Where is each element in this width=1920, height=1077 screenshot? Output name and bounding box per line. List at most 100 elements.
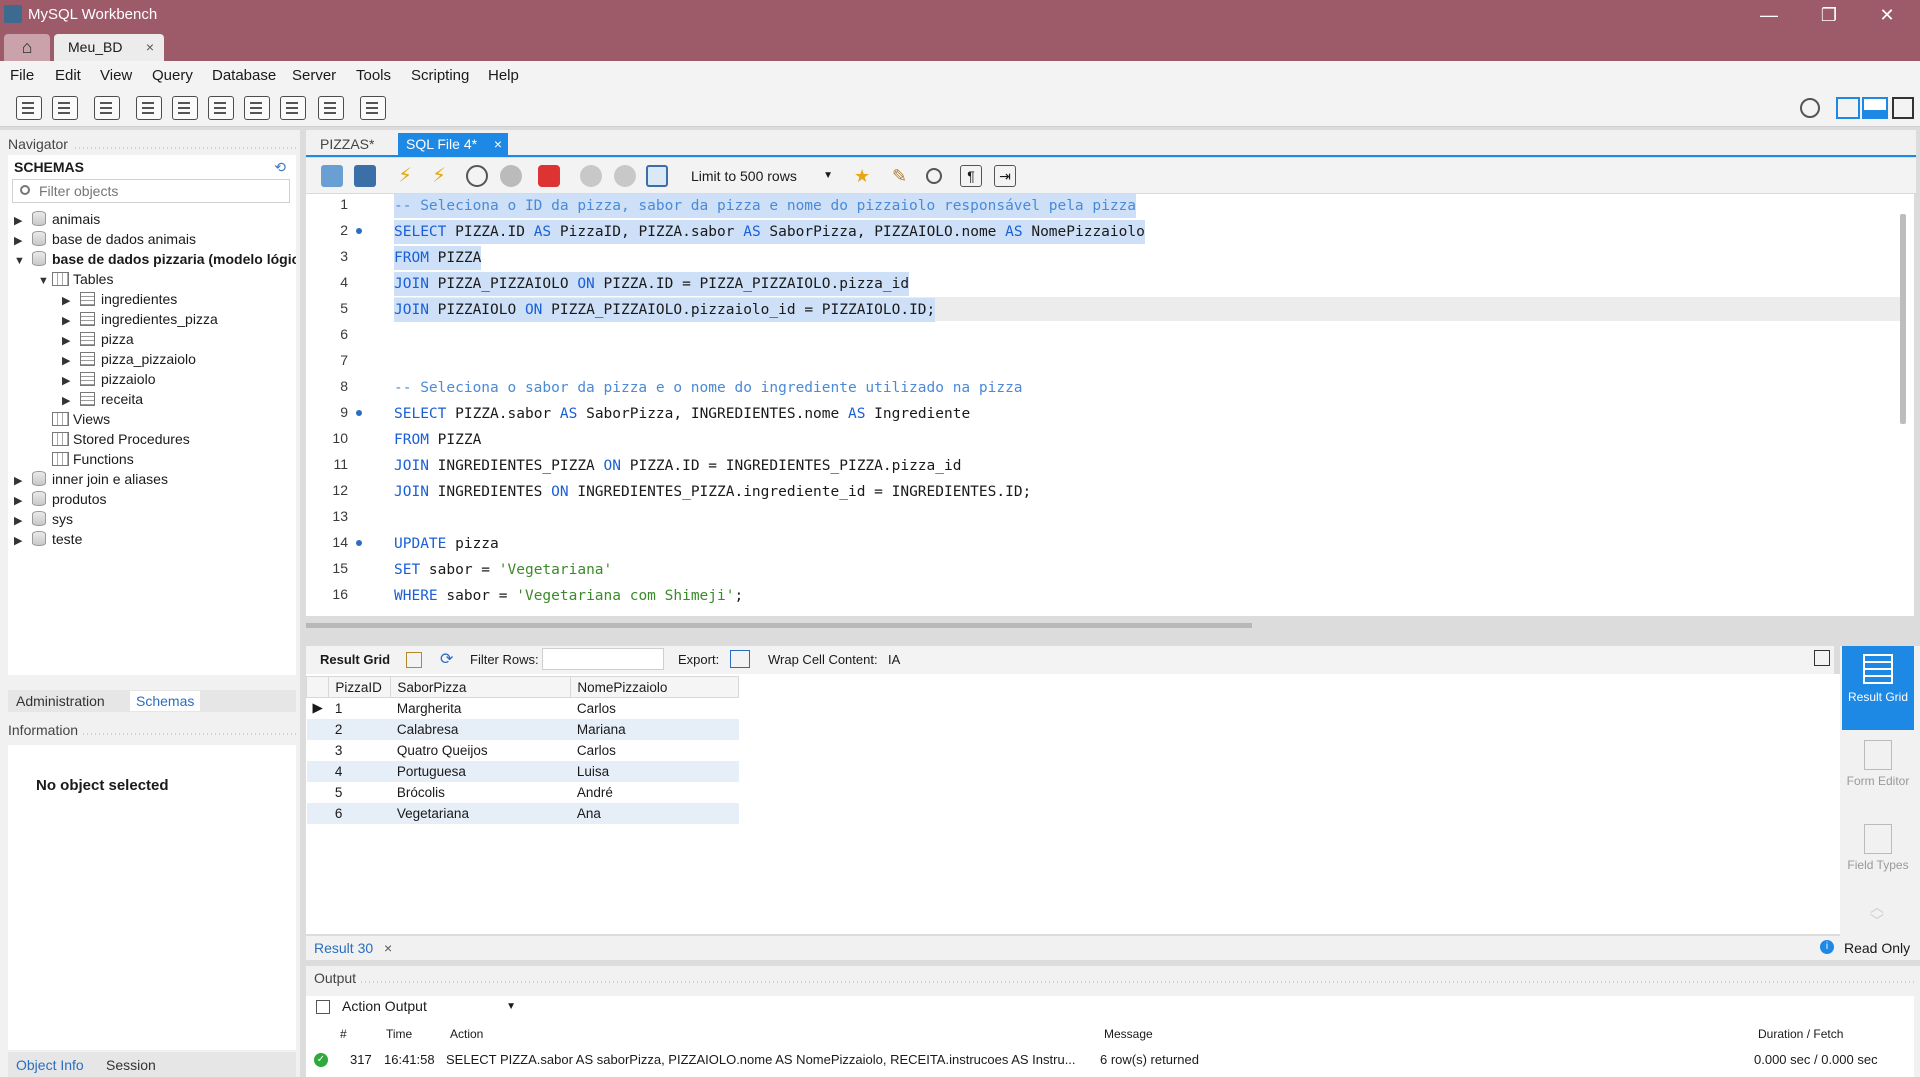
rollback-icon[interactable] bbox=[614, 165, 636, 187]
tab-sql-file-4[interactable]: SQL File 4* × bbox=[398, 133, 508, 156]
inspector-icon[interactable] bbox=[94, 96, 120, 120]
maximize-button[interactable]: ❐ bbox=[1800, 0, 1858, 31]
toggle-panel-icon[interactable] bbox=[1814, 650, 1830, 666]
cell[interactable]: Vegetariana bbox=[390, 802, 571, 824]
copy-icon[interactable] bbox=[316, 1000, 330, 1014]
schema-sys[interactable]: ▶ sys bbox=[14, 511, 73, 531]
filter-rows-input[interactable] bbox=[542, 648, 664, 670]
connection-tab[interactable]: Meu_BD × bbox=[54, 34, 164, 61]
column-header[interactable]: NomePizzaiolo bbox=[570, 676, 740, 698]
tab-schemas[interactable]: Schemas bbox=[130, 691, 201, 711]
column-header[interactable]: SaborPizza bbox=[390, 676, 572, 698]
form-editor-button[interactable]: Form Editor bbox=[1842, 734, 1914, 816]
table-row[interactable]: 3 Quatro Queijos Carlos bbox=[307, 740, 739, 761]
settings-gear-icon[interactable] bbox=[1800, 98, 1820, 118]
beautify-icon[interactable]: ✎ bbox=[892, 165, 914, 187]
tab-object-info[interactable]: Object Info bbox=[16, 1057, 84, 1073]
menu-edit[interactable]: Edit bbox=[55, 67, 81, 84]
output-type-select[interactable]: Action Output ▼ bbox=[342, 998, 522, 1018]
save-icon[interactable] bbox=[354, 165, 376, 187]
vertical-scrollbar[interactable] bbox=[1900, 214, 1906, 424]
horizontal-scrollbar[interactable] bbox=[306, 623, 1252, 628]
cell[interactable]: Ana bbox=[570, 802, 739, 824]
close-tab-icon[interactable]: × bbox=[146, 34, 154, 61]
cell[interactable]: 5 bbox=[329, 782, 391, 803]
tree-tables[interactable]: ▼ Tables bbox=[38, 271, 113, 291]
cell[interactable]: Carlos bbox=[571, 698, 739, 719]
home-tab[interactable]: ⌂ bbox=[4, 34, 50, 61]
menu-tools[interactable]: Tools bbox=[356, 67, 391, 84]
cell[interactable]: 3 bbox=[329, 740, 391, 761]
reconnect-icon[interactable] bbox=[360, 96, 386, 120]
sql-editor[interactable]: 1 2 3 4 5 6 7 8 9 10 11 12 13 14 15 16 -… bbox=[306, 194, 1914, 616]
cell[interactable]: Margherita bbox=[391, 698, 571, 719]
execute-icon[interactable]: ⚡ bbox=[398, 165, 420, 187]
invisible-chars-icon[interactable]: ¶ bbox=[960, 165, 982, 187]
table-row[interactable]: ▶ 1 Margherita Carlos bbox=[307, 698, 739, 719]
column-header[interactable]: PizzaID bbox=[328, 676, 392, 698]
menu-file[interactable]: File bbox=[10, 67, 34, 84]
grid-icon[interactable] bbox=[406, 652, 422, 668]
schema-base-pizzaria[interactable]: ▼ base de dados pizzaria (modelo lógico) bbox=[14, 251, 296, 271]
schema-teste[interactable]: ▶ teste bbox=[14, 531, 82, 551]
tree-functions[interactable]: Functions bbox=[50, 451, 134, 471]
create-schema-icon[interactable] bbox=[136, 96, 162, 120]
limit-rows-select[interactable]: Limit to 500 rows ▼ bbox=[687, 165, 837, 187]
filter-objects-input[interactable] bbox=[39, 182, 284, 200]
menu-query[interactable]: Query bbox=[152, 67, 193, 84]
result-grid-button[interactable]: Result Grid bbox=[1842, 646, 1914, 730]
tree-stored-procedures[interactable]: Stored Procedures bbox=[50, 431, 190, 451]
create-procedure-icon[interactable] bbox=[244, 96, 270, 120]
table-pizzaiolo[interactable]: ▶ pizzaiolo bbox=[62, 371, 155, 391]
open-file-icon[interactable] bbox=[321, 165, 343, 187]
search-table-data-icon[interactable] bbox=[318, 96, 344, 120]
table-pizza[interactable]: ▶ pizza bbox=[62, 331, 134, 351]
new-sql-tab-icon[interactable] bbox=[16, 96, 42, 120]
autocommit-icon[interactable] bbox=[646, 165, 668, 187]
toggle-output-icon[interactable] bbox=[1862, 97, 1888, 119]
cell[interactable]: Portuguesa bbox=[390, 760, 571, 782]
cell[interactable]: Luisa bbox=[570, 760, 739, 782]
cell[interactable]: 2 bbox=[328, 718, 391, 740]
commit-icon[interactable] bbox=[580, 165, 602, 187]
menu-scripting[interactable]: Scripting bbox=[411, 67, 469, 84]
cell[interactable]: André bbox=[571, 782, 739, 803]
menu-database[interactable]: Database bbox=[212, 67, 276, 84]
refresh-icon[interactable]: ⟲ bbox=[274, 159, 286, 176]
cell[interactable]: Mariana bbox=[570, 718, 739, 740]
scroll-arrows-icon[interactable]: ︿ ﹀ bbox=[1870, 900, 1884, 928]
close-result-tab-icon[interactable]: × bbox=[384, 940, 392, 956]
minimize-button[interactable]: — bbox=[1740, 0, 1798, 31]
result-tab[interactable]: Result 30 bbox=[314, 940, 373, 956]
schema-base-animais[interactable]: ▶ base de dados animais bbox=[14, 231, 196, 251]
result-grid[interactable]: PizzaID SaborPizza NomePizzaiolo ▶ 1 Margh… bbox=[305, 674, 1840, 934]
menu-view[interactable]: View bbox=[100, 67, 132, 84]
stop-icon[interactable] bbox=[500, 165, 522, 187]
output-row-action[interactable]: SELECT PIZZA.sabor AS saborPizza, PIZZAI… bbox=[446, 1052, 1090, 1067]
word-wrap-icon[interactable]: ⇥ bbox=[994, 165, 1016, 187]
cell[interactable]: Brócolis bbox=[391, 782, 571, 803]
menu-server[interactable]: Server bbox=[292, 67, 336, 84]
table-row[interactable]: 6 Vegetariana Ana bbox=[306, 802, 739, 824]
tab-administration[interactable]: Administration bbox=[16, 693, 105, 709]
create-function-icon[interactable] bbox=[280, 96, 306, 120]
tab-pizzas[interactable]: PIZZAS* bbox=[312, 133, 382, 156]
menu-help[interactable]: Help bbox=[488, 67, 519, 84]
table-pizza-pizzaiolo[interactable]: ▶ pizza_pizzaiolo bbox=[62, 351, 196, 371]
execute-current-icon[interactable]: ⚡ bbox=[432, 165, 454, 187]
create-table-icon[interactable] bbox=[172, 96, 198, 120]
cell[interactable]: 6 bbox=[328, 802, 391, 824]
explain-icon[interactable] bbox=[466, 165, 488, 187]
table-ingredientes[interactable]: ▶ ingredientes bbox=[62, 291, 177, 311]
toggle-sidebar-icon[interactable] bbox=[1836, 97, 1860, 119]
table-row[interactable]: 4 Portuguesa Luisa bbox=[306, 760, 739, 782]
cell[interactable]: Carlos bbox=[571, 740, 739, 761]
field-types-button[interactable]: Field Types bbox=[1842, 818, 1914, 900]
add-snippet-icon[interactable]: ★ bbox=[854, 165, 876, 187]
schema-inner-join[interactable]: ▶ inner join e aliases bbox=[14, 471, 168, 491]
table-ingredientes-pizza[interactable]: ▶ ingredientes_pizza bbox=[62, 311, 218, 331]
close-tab-icon[interactable]: × bbox=[494, 136, 502, 152]
schema-produtos[interactable]: ▶ produtos bbox=[14, 491, 106, 511]
stop-on-error-icon[interactable] bbox=[538, 165, 560, 187]
open-sql-file-icon[interactable] bbox=[52, 96, 78, 120]
